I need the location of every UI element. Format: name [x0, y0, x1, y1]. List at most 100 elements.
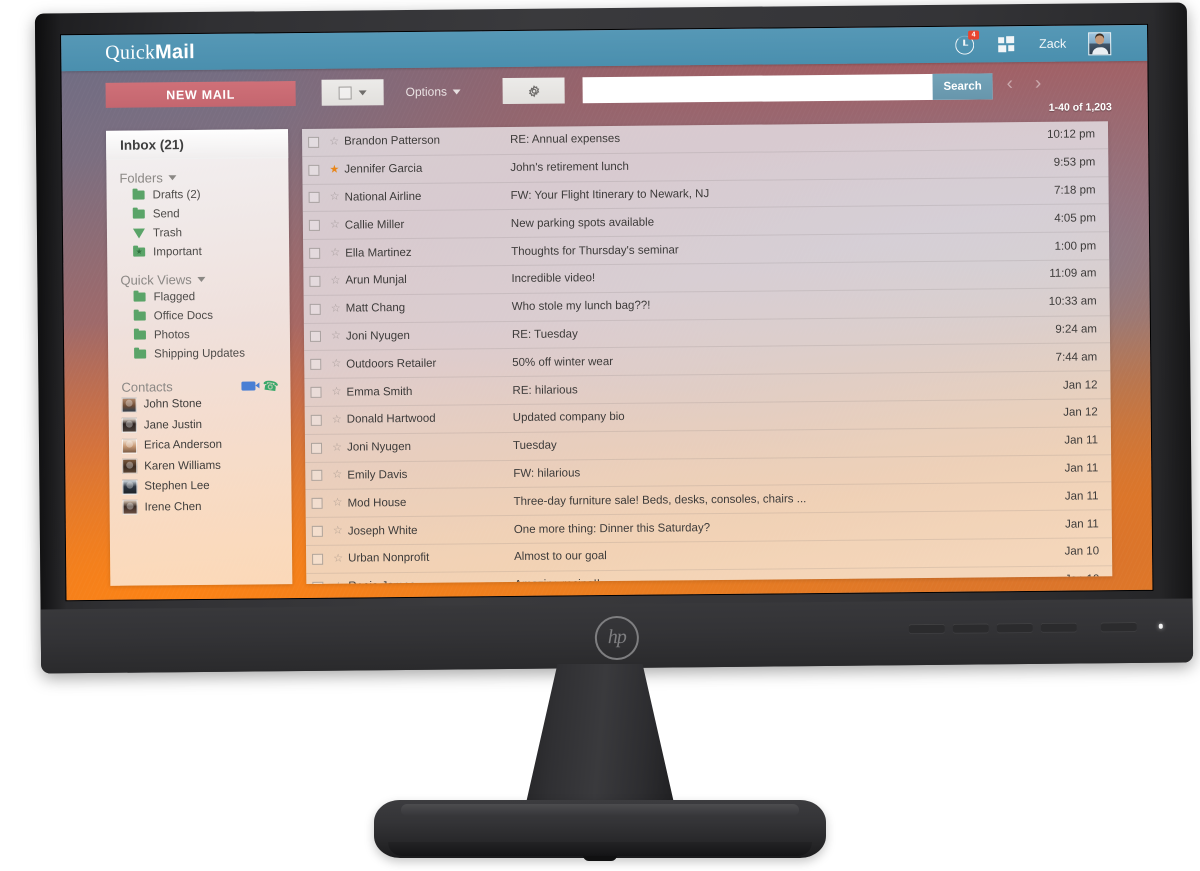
checkbox-icon [310, 442, 322, 454]
checkbox-icon [310, 470, 322, 482]
checkbox-icon [310, 414, 322, 426]
bezel-right-shadow [1152, 2, 1194, 663]
osd-button-4[interactable] [1040, 622, 1077, 632]
contact-item[interactable]: John Stone [109, 393, 291, 415]
mail-subject: Tuesday [512, 439, 557, 453]
row-checkbox[interactable] [306, 553, 328, 565]
contact-item[interactable]: Karen Williams [109, 455, 291, 477]
checkbox-icon [311, 553, 323, 565]
row-checkbox[interactable] [303, 220, 325, 232]
row-checkbox[interactable] [306, 525, 328, 537]
search-button[interactable]: Search [932, 73, 993, 100]
star-icon[interactable]: ☆ [328, 552, 348, 564]
mail-sender: National Airline [344, 190, 422, 204]
checkbox-icon [308, 247, 320, 260]
star-icon[interactable]: ☆ [326, 358, 346, 370]
sidebar-item-shipping-updates[interactable]: Shipping Updates [108, 343, 290, 364]
refresh-clock-icon[interactable]: 4 [955, 30, 980, 55]
row-checkbox[interactable] [304, 386, 326, 398]
contact-item[interactable]: Stephen Lee [109, 475, 291, 497]
checkbox-icon [308, 275, 320, 287]
contact-item[interactable]: Erica Anderson [109, 434, 291, 456]
star-icon[interactable]: ☆ [327, 413, 347, 425]
apps-grid-icon[interactable] [997, 34, 1017, 54]
row-checkbox[interactable] [302, 136, 324, 148]
avatar [121, 397, 137, 413]
star-icon[interactable]: ☆ [325, 247, 345, 259]
star-icon[interactable]: ☆ [326, 302, 346, 314]
row-checkbox[interactable] [305, 442, 327, 454]
row-checkbox[interactable] [304, 303, 326, 315]
options-menu[interactable]: Options [406, 78, 462, 105]
sidebar-item-flagged[interactable]: Flagged [107, 286, 289, 307]
star-icon[interactable]: ☆ [325, 191, 345, 203]
chevron-down-icon [358, 89, 367, 95]
checkbox-icon [308, 192, 320, 204]
mail-timestamp: 4:05 pm [1054, 212, 1096, 225]
row-checkbox[interactable] [303, 247, 325, 260]
sidebar-item-photos[interactable]: Photos [108, 324, 290, 345]
star-icon[interactable]: ☆ [324, 136, 344, 148]
row-checkbox[interactable] [303, 275, 325, 287]
search-input[interactable] [582, 73, 933, 104]
osd-button-2[interactable] [952, 623, 989, 633]
sidebar-item-trash[interactable]: Trash [107, 222, 289, 243]
sidebar-item-office-docs[interactable]: Office Docs [108, 305, 290, 326]
sidebar-item-important[interactable]: Important [107, 241, 289, 262]
monitor-screen: QuickMail 4 Zack NEW MAIL Options Search… [61, 24, 1153, 601]
result-count-label: 1-40 of 1,203 [1048, 101, 1112, 114]
sidebar-item-send[interactable]: Send [107, 203, 289, 224]
quick-views-group-header[interactable]: Quick Views [107, 271, 289, 288]
contact-name: Jane Justin [143, 418, 203, 432]
star-icon[interactable]: ☆ [328, 497, 348, 509]
sidebar-item-label: Trash [152, 226, 183, 239]
mail-timestamp: 10:12 pm [1047, 128, 1096, 142]
sidebar-item-drafts[interactable]: Drafts (2) [107, 184, 289, 205]
row-checkbox[interactable] [304, 359, 326, 371]
osd-button-3[interactable] [996, 622, 1033, 633]
sidebar-item-label: Shipping Updates [154, 347, 245, 360]
star-icon[interactable]: ☆ [325, 219, 345, 231]
star-icon[interactable]: ★ [324, 163, 344, 175]
power-led-indicator [1158, 623, 1163, 629]
folder-icon [132, 209, 145, 219]
phone-icon[interactable]: ☎ [261, 377, 279, 394]
row-checkbox[interactable] [305, 470, 327, 482]
new-mail-button[interactable]: NEW MAIL [105, 81, 296, 108]
prev-page-icon[interactable]: ‹ [1006, 73, 1013, 94]
video-call-icon[interactable] [241, 381, 256, 391]
user-avatar[interactable] [1088, 31, 1112, 55]
contact-name: Stephen Lee [144, 480, 210, 493]
star-icon[interactable]: ☆ [328, 580, 348, 584]
star-icon[interactable]: ☆ [326, 386, 346, 398]
star-icon[interactable]: ☆ [327, 441, 347, 453]
checkbox-icon [309, 331, 321, 343]
mail-sender: Callie Miller [344, 218, 405, 232]
row-checkbox[interactable] [306, 581, 328, 584]
user-name-label[interactable]: Zack [1039, 37, 1066, 51]
contact-item[interactable]: Irene Chen [110, 496, 292, 518]
contact-item[interactable]: Jane Justin [109, 414, 291, 436]
row-checkbox[interactable] [302, 164, 324, 176]
settings-button[interactable] [502, 77, 565, 105]
folders-group-header[interactable]: Folders [106, 169, 288, 186]
star-icon[interactable]: ☆ [328, 525, 348, 537]
star-icon[interactable]: ☆ [327, 469, 347, 481]
row-checkbox[interactable] [305, 414, 327, 426]
select-all-dropdown[interactable] [321, 79, 384, 106]
sidebar-item-inbox[interactable]: Inbox (21) [105, 129, 289, 160]
contact-name: John Stone [143, 398, 202, 411]
star-icon[interactable]: ☆ [325, 274, 345, 286]
power-button[interactable] [1100, 621, 1137, 632]
row-checkbox[interactable] [306, 498, 328, 510]
row-checkbox[interactable] [303, 192, 325, 204]
chevron-down-icon [168, 175, 177, 181]
star-icon[interactable]: ☆ [326, 330, 346, 342]
osd-button-1[interactable] [908, 623, 945, 634]
row-checkbox[interactable] [304, 331, 326, 343]
mail-sender: Joseph White [347, 524, 418, 538]
checkbox-icon [307, 136, 319, 148]
next-page-icon[interactable]: › [1035, 73, 1042, 94]
folder-star-icon [133, 247, 146, 257]
brand-quick: Quick [105, 41, 156, 64]
